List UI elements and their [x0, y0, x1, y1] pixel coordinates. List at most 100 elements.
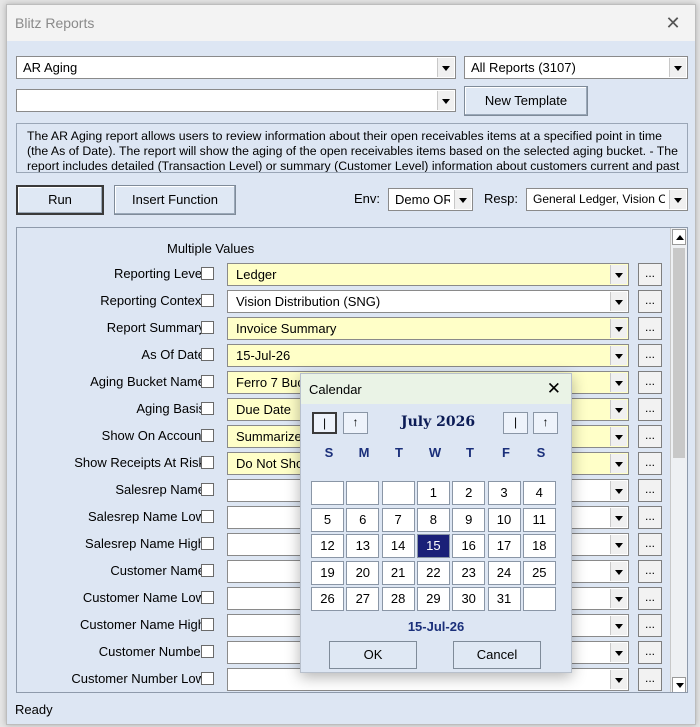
lov-button[interactable]: ... [638, 371, 662, 394]
calendar-day[interactable]: 3 [487, 481, 521, 505]
chevron-down-icon[interactable] [610, 427, 627, 446]
chevron-down-icon[interactable] [610, 589, 627, 608]
cancel-button[interactable]: Cancel [453, 641, 541, 669]
lov-button[interactable]: ... [638, 344, 662, 367]
multiple-values-checkbox[interactable] [201, 348, 214, 361]
calendar-day[interactable]: 1 [416, 481, 450, 505]
calendar-day[interactable]: 22 [416, 560, 450, 585]
multiple-values-checkbox[interactable] [201, 483, 214, 496]
calendar-day[interactable]: 26 [311, 587, 344, 611]
chevron-down-icon[interactable] [610, 454, 627, 473]
calendar-day[interactable]: 11 [522, 507, 556, 532]
close-icon[interactable]: ✕ [547, 379, 561, 399]
calendar-day[interactable]: 14 [381, 534, 415, 558]
calendar-day[interactable]: 31 [487, 587, 521, 611]
chevron-down-icon[interactable] [669, 190, 686, 209]
calendar-day[interactable]: 16 [452, 534, 486, 558]
multiple-values-checkbox[interactable] [201, 294, 214, 307]
parameter-value-select[interactable]: 15-Jul-26 [227, 344, 629, 367]
calendar-day[interactable]: 18 [522, 534, 556, 558]
multiple-values-checkbox[interactable] [201, 429, 214, 442]
lov-button[interactable]: ... [638, 452, 662, 475]
resp-select[interactable]: General Ledger, Vision Op [526, 188, 688, 211]
multiple-values-checkbox[interactable] [201, 510, 214, 523]
calendar-day[interactable]: 20 [346, 560, 380, 585]
chevron-down-icon[interactable] [610, 535, 627, 554]
lov-button[interactable]: ... [638, 587, 662, 610]
calendar-day[interactable]: 28 [381, 587, 415, 611]
chevron-down-icon[interactable] [454, 190, 471, 209]
prev-month-button[interactable]: ↑ [343, 412, 368, 434]
multiple-values-checkbox[interactable] [201, 375, 214, 388]
chevron-down-icon[interactable] [610, 616, 627, 635]
lov-button[interactable]: ... [638, 668, 662, 691]
lov-button[interactable]: ... [638, 263, 662, 286]
chevron-down-icon[interactable] [437, 91, 454, 110]
parameter-value-select[interactable]: Ledger [227, 263, 629, 286]
lov-button[interactable]: ... [638, 425, 662, 448]
template-select[interactable] [16, 89, 456, 112]
close-icon[interactable]: ✕ [661, 11, 685, 35]
multiple-values-checkbox[interactable] [201, 618, 214, 631]
chevron-down-icon[interactable] [669, 58, 686, 77]
calendar-day[interactable]: 8 [416, 507, 450, 532]
multiple-values-checkbox[interactable] [201, 537, 214, 550]
multiple-values-checkbox[interactable] [201, 672, 214, 685]
calendar-day[interactable]: 19 [311, 560, 344, 585]
chevron-down-icon[interactable] [610, 481, 627, 500]
scroll-up-icon[interactable] [672, 229, 686, 245]
insert-function-button[interactable]: Insert Function [114, 185, 236, 215]
calendar-day[interactable]: 5 [311, 507, 344, 532]
calendar-day[interactable]: 9 [452, 507, 486, 532]
category-select[interactable]: All Reports (3107) [464, 56, 688, 79]
calendar-day[interactable]: 13 [346, 534, 380, 558]
chevron-down-icon[interactable] [610, 265, 627, 284]
env-select[interactable]: Demo OR [388, 188, 473, 211]
chevron-down-icon[interactable] [437, 58, 454, 77]
lov-button[interactable]: ... [638, 479, 662, 502]
calendar-day[interactable]: 23 [452, 560, 486, 585]
lov-button[interactable]: ... [638, 614, 662, 637]
lov-button[interactable]: ... [638, 560, 662, 583]
lov-button[interactable]: ... [638, 641, 662, 664]
calendar-day[interactable]: 10 [487, 507, 521, 532]
multiple-values-checkbox[interactable] [201, 456, 214, 469]
lov-button[interactable]: ... [638, 290, 662, 313]
calendar-day[interactable]: 25 [522, 560, 556, 585]
lov-button[interactable]: ... [638, 398, 662, 421]
chevron-down-icon[interactable] [610, 562, 627, 581]
scroll-thumb[interactable] [673, 248, 685, 458]
lov-button[interactable]: ... [638, 506, 662, 529]
calendar-day[interactable]: 6 [346, 507, 380, 532]
chevron-down-icon[interactable] [610, 346, 627, 365]
next-year-button[interactable]: ↑ [533, 412, 558, 434]
calendar-day[interactable]: 4 [522, 481, 556, 505]
ok-button[interactable]: OK [329, 641, 417, 669]
prev-year-button[interactable]: | [312, 412, 337, 434]
new-template-button[interactable]: New Template [464, 86, 588, 116]
calendar-day[interactable]: 30 [452, 587, 486, 611]
calendar-day[interactable]: 29 [416, 587, 450, 611]
chevron-down-icon[interactable] [610, 319, 627, 338]
run-button[interactable]: Run [16, 185, 104, 215]
chevron-down-icon[interactable] [610, 508, 627, 527]
calendar-day[interactable]: 21 [381, 560, 415, 585]
lov-button[interactable]: ... [638, 317, 662, 340]
multiple-values-checkbox[interactable] [201, 267, 214, 280]
chevron-down-icon[interactable] [610, 292, 627, 311]
chevron-down-icon[interactable] [610, 400, 627, 419]
multiple-values-checkbox[interactable] [201, 591, 214, 604]
chevron-down-icon[interactable] [610, 670, 627, 689]
chevron-down-icon[interactable] [610, 373, 627, 392]
calendar-day[interactable]: 12 [311, 534, 344, 558]
scroll-down-icon[interactable] [672, 677, 686, 692]
calendar-day[interactable]: 7 [381, 507, 415, 532]
calendar-day[interactable]: 17 [487, 534, 521, 558]
multiple-values-checkbox[interactable] [201, 321, 214, 334]
calendar-day[interactable]: 27 [346, 587, 380, 611]
calendar-day[interactable]: 2 [452, 481, 486, 505]
parameter-value-select[interactable]: Vision Distribution (SNG) [227, 290, 629, 313]
lov-button[interactable]: ... [638, 533, 662, 556]
parameters-scrollbar[interactable] [670, 228, 687, 692]
parameter-value-select[interactable]: Invoice Summary [227, 317, 629, 340]
